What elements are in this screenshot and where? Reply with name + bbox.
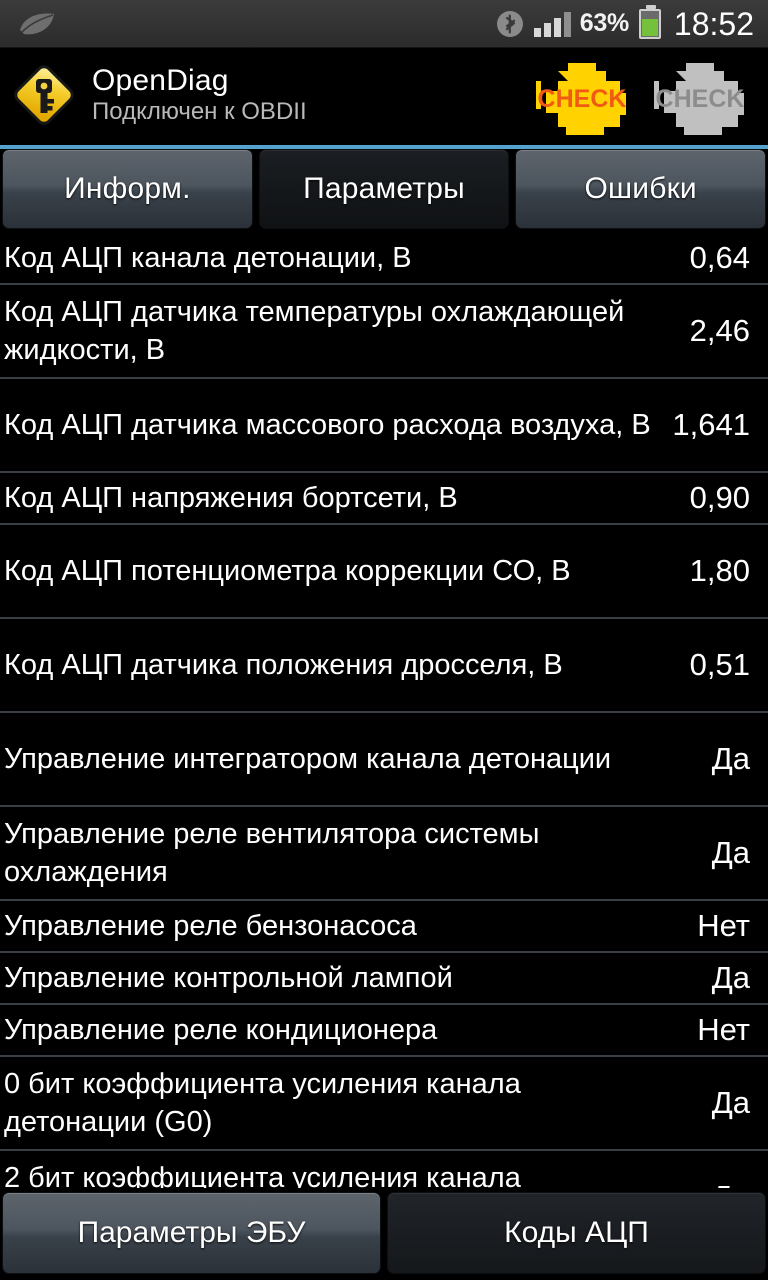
tab-inform[interactable]: Информ. bbox=[2, 149, 253, 229]
app-title: OpenDiag bbox=[92, 63, 229, 97]
leaf-icon bbox=[16, 10, 58, 38]
table-row[interactable]: Управление реле кондиционера Нет bbox=[0, 1005, 768, 1057]
phone-screen: 63% 18:52 OpenDiag Подключен к OBDII CHE… bbox=[0, 0, 768, 1280]
row-value: Нет bbox=[697, 908, 750, 943]
bottom-button-bar: Параметры ЭБУ Коды АЦП bbox=[0, 1188, 768, 1280]
row-value: Да bbox=[711, 960, 750, 995]
row-label: Управление реле кондиционера bbox=[4, 1014, 438, 1046]
app-header: OpenDiag Подключен к OBDII CHECK CHECK bbox=[0, 48, 768, 141]
table-row[interactable]: 0 бит коэффициента усиления канала детон… bbox=[0, 1057, 768, 1151]
row-value: Да bbox=[711, 1085, 750, 1120]
table-row[interactable]: Управление интегратором канала детонации… bbox=[0, 713, 768, 807]
table-row[interactable]: Управление контрольной лампой Да bbox=[0, 953, 768, 1005]
ecu-parameters-label: Параметры ЭБУ bbox=[77, 1216, 306, 1249]
row-value: 0,64 bbox=[689, 240, 750, 275]
row-label: Код АЦП датчика температуры охлаждающей … bbox=[4, 296, 625, 366]
connection-status-label: Подключен к OBDII bbox=[92, 97, 307, 125]
row-value: 1,641 bbox=[672, 407, 750, 442]
tabbar-container: Информ. Параметры Ошибки bbox=[0, 141, 768, 233]
tab-parameters-label: Параметры bbox=[303, 172, 465, 205]
ecu-parameters-button[interactable]: Параметры ЭБУ bbox=[2, 1192, 381, 1274]
row-label: Код АЦП датчика массового расхода воздух… bbox=[4, 409, 651, 441]
row-label: Код АЦП потенциометра коррекции СО, В bbox=[4, 555, 571, 587]
adc-codes-label: Коды АЦП bbox=[504, 1216, 649, 1249]
table-row[interactable]: Код АЦП канала детонации, В 0,64 bbox=[0, 233, 768, 285]
table-row[interactable]: Управление реле вентилятора системы охла… bbox=[0, 807, 768, 901]
row-label: Код АЦП датчика положения дросселя, В bbox=[4, 649, 563, 681]
row-value: 0,90 bbox=[689, 480, 750, 515]
mil-indicator-group: CHECK CHECK bbox=[528, 51, 762, 139]
table-row[interactable]: Код АЦП напряжения бортсети, В 0,90 bbox=[0, 473, 768, 525]
check-engine-active-icon[interactable]: CHECK bbox=[528, 51, 636, 139]
table-row[interactable]: Код АЦП датчика температуры охлаждающей … bbox=[0, 285, 768, 379]
check-engine-inactive-icon[interactable]: CHECK bbox=[646, 51, 754, 139]
row-value: Да bbox=[711, 741, 750, 776]
table-row[interactable]: Код АЦП потенциометра коррекции СО, В 1,… bbox=[0, 525, 768, 619]
app-title-block: OpenDiag Подключен к OBDII bbox=[92, 64, 528, 126]
android-status-bar: 63% 18:52 bbox=[0, 0, 768, 48]
table-row[interactable]: Код АЦП датчика положения дросселя, В 0,… bbox=[0, 619, 768, 713]
row-label: Код АЦП канала детонации, В bbox=[4, 242, 412, 274]
tab-inform-label: Информ. bbox=[64, 172, 191, 205]
row-value: Да bbox=[711, 835, 750, 870]
tabbar: Информ. Параметры Ошибки bbox=[0, 149, 768, 233]
row-label: Управление реле бензонасоса bbox=[4, 910, 417, 942]
tab-errors-label: Ошибки bbox=[584, 172, 697, 205]
row-label: Управление реле вентилятора системы охла… bbox=[4, 818, 540, 888]
signal-bars-icon bbox=[533, 11, 571, 37]
opendiag-key-diamond-icon bbox=[10, 61, 78, 129]
parameter-list[interactable]: Код АЦП канала детонации, В 0,64 Код АЦП… bbox=[0, 233, 768, 1280]
tab-parameters[interactable]: Параметры bbox=[258, 149, 510, 229]
status-bar-indicators: 63% 18:52 bbox=[495, 4, 754, 42]
row-label: Управление контрольной лампой bbox=[4, 962, 453, 994]
row-value: Нет bbox=[697, 1012, 750, 1047]
row-value: 1,80 bbox=[689, 553, 750, 588]
tab-errors[interactable]: Ошибки bbox=[515, 149, 767, 229]
row-value: 2,46 bbox=[689, 313, 750, 348]
battery-icon bbox=[638, 4, 661, 39]
row-label: Код АЦП напряжения бортсети, В bbox=[4, 482, 458, 514]
row-label: Управление интегратором канала детонации bbox=[4, 743, 612, 775]
table-row[interactable]: Управление реле бензонасоса Нет bbox=[0, 901, 768, 953]
row-label: 0 бит коэффициента усиления канала детон… bbox=[4, 1068, 521, 1138]
row-value: 0,51 bbox=[689, 647, 750, 682]
svg-text:CHECK: CHECK bbox=[538, 85, 627, 113]
adc-codes-button[interactable]: Коды АЦП bbox=[387, 1192, 766, 1274]
status-bar-notifications bbox=[16, 10, 495, 38]
status-bar-clock: 18:52 bbox=[673, 5, 754, 42]
battery-percent-label: 63% bbox=[579, 9, 629, 37]
bluetooth-icon bbox=[495, 9, 525, 39]
table-row[interactable]: Код АЦП датчика массового расхода воздух… bbox=[0, 379, 768, 473]
svg-text:CHECK: CHECK bbox=[656, 85, 745, 113]
